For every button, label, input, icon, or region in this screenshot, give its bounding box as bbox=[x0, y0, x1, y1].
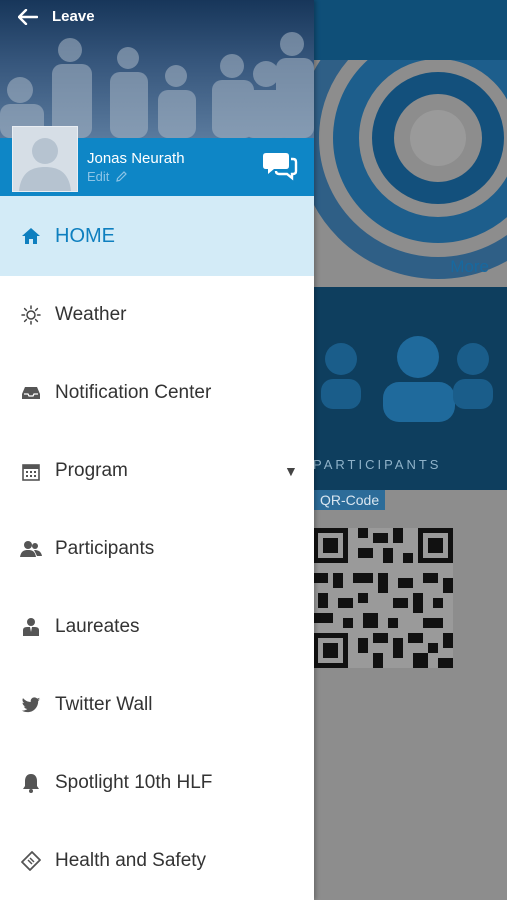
chat-icon[interactable] bbox=[262, 149, 298, 181]
menu-item-program[interactable]: Program ▼ bbox=[0, 432, 314, 510]
chevron-down-icon[interactable]: ▼ bbox=[284, 463, 298, 479]
menu-item-label: HOME bbox=[55, 224, 115, 247]
participants-tile-label: PARTICIPANTS bbox=[313, 457, 442, 472]
menu-item-laureates[interactable]: Laureates bbox=[0, 588, 314, 666]
menu-item-notification-center[interactable]: Notification Center bbox=[0, 354, 314, 432]
drawer-header-photo: Leave bbox=[0, 0, 314, 138]
pencil-icon bbox=[116, 171, 128, 182]
circular-graphic bbox=[313, 60, 507, 279]
ticket-icon bbox=[20, 850, 42, 872]
inbox-icon bbox=[20, 382, 42, 404]
menu-item-label: Weather bbox=[55, 304, 127, 325]
avatar[interactable] bbox=[12, 126, 78, 192]
users-icon bbox=[20, 538, 42, 560]
menu-item-label: Twitter Wall bbox=[55, 694, 153, 715]
menu-item-label: Laureates bbox=[55, 616, 140, 637]
edit-profile-button[interactable]: Edit bbox=[87, 169, 128, 184]
user-name: Jonas Neurath bbox=[87, 150, 185, 167]
navigation-drawer: Leave Jonas Neurath Edit HOME Weather No… bbox=[0, 0, 314, 900]
menu-item-label: Program bbox=[55, 460, 128, 481]
drawer-menu: HOME Weather Notification Center Program… bbox=[0, 196, 314, 900]
sun-icon bbox=[20, 304, 42, 326]
menu-item-spotlight[interactable]: Spotlight 10th HLF bbox=[0, 744, 314, 822]
more-link[interactable]: More bbox=[450, 257, 489, 277]
menu-item-health-and-safety[interactable]: Health and Safety bbox=[0, 822, 314, 900]
participants-tile-icon bbox=[321, 336, 493, 422]
laureate-icon bbox=[20, 616, 42, 638]
menu-item-weather[interactable]: Weather bbox=[0, 276, 314, 354]
menu-item-label: Health and Safety bbox=[55, 850, 207, 871]
bell-icon bbox=[20, 772, 42, 794]
menu-item-participants[interactable]: Participants bbox=[0, 510, 314, 588]
qr-code-image bbox=[313, 528, 453, 668]
menu-item-label: Notification Center bbox=[55, 382, 212, 403]
background-tile-participants[interactable]: PARTICIPANTS bbox=[313, 287, 507, 490]
qr-code-badge[interactable]: QR-Code bbox=[314, 490, 386, 510]
leave-label: Leave bbox=[52, 8, 95, 25]
back-arrow-icon bbox=[18, 8, 38, 25]
background-tile-graphic[interactable]: More bbox=[313, 60, 507, 285]
menu-item-home[interactable]: HOME bbox=[0, 196, 314, 276]
menu-item-label: Spotlight 10th HLF bbox=[55, 772, 213, 793]
calendar-icon bbox=[20, 460, 42, 482]
home-icon bbox=[20, 225, 42, 247]
background-top-bar bbox=[313, 0, 507, 60]
menu-item-twitter-wall[interactable]: Twitter Wall bbox=[0, 666, 314, 744]
edit-label: Edit bbox=[87, 169, 110, 184]
menu-item-label: Participants bbox=[55, 538, 155, 559]
twitter-icon bbox=[20, 694, 42, 716]
leave-button[interactable]: Leave bbox=[18, 8, 95, 25]
user-silhouette-icon bbox=[19, 138, 71, 191]
